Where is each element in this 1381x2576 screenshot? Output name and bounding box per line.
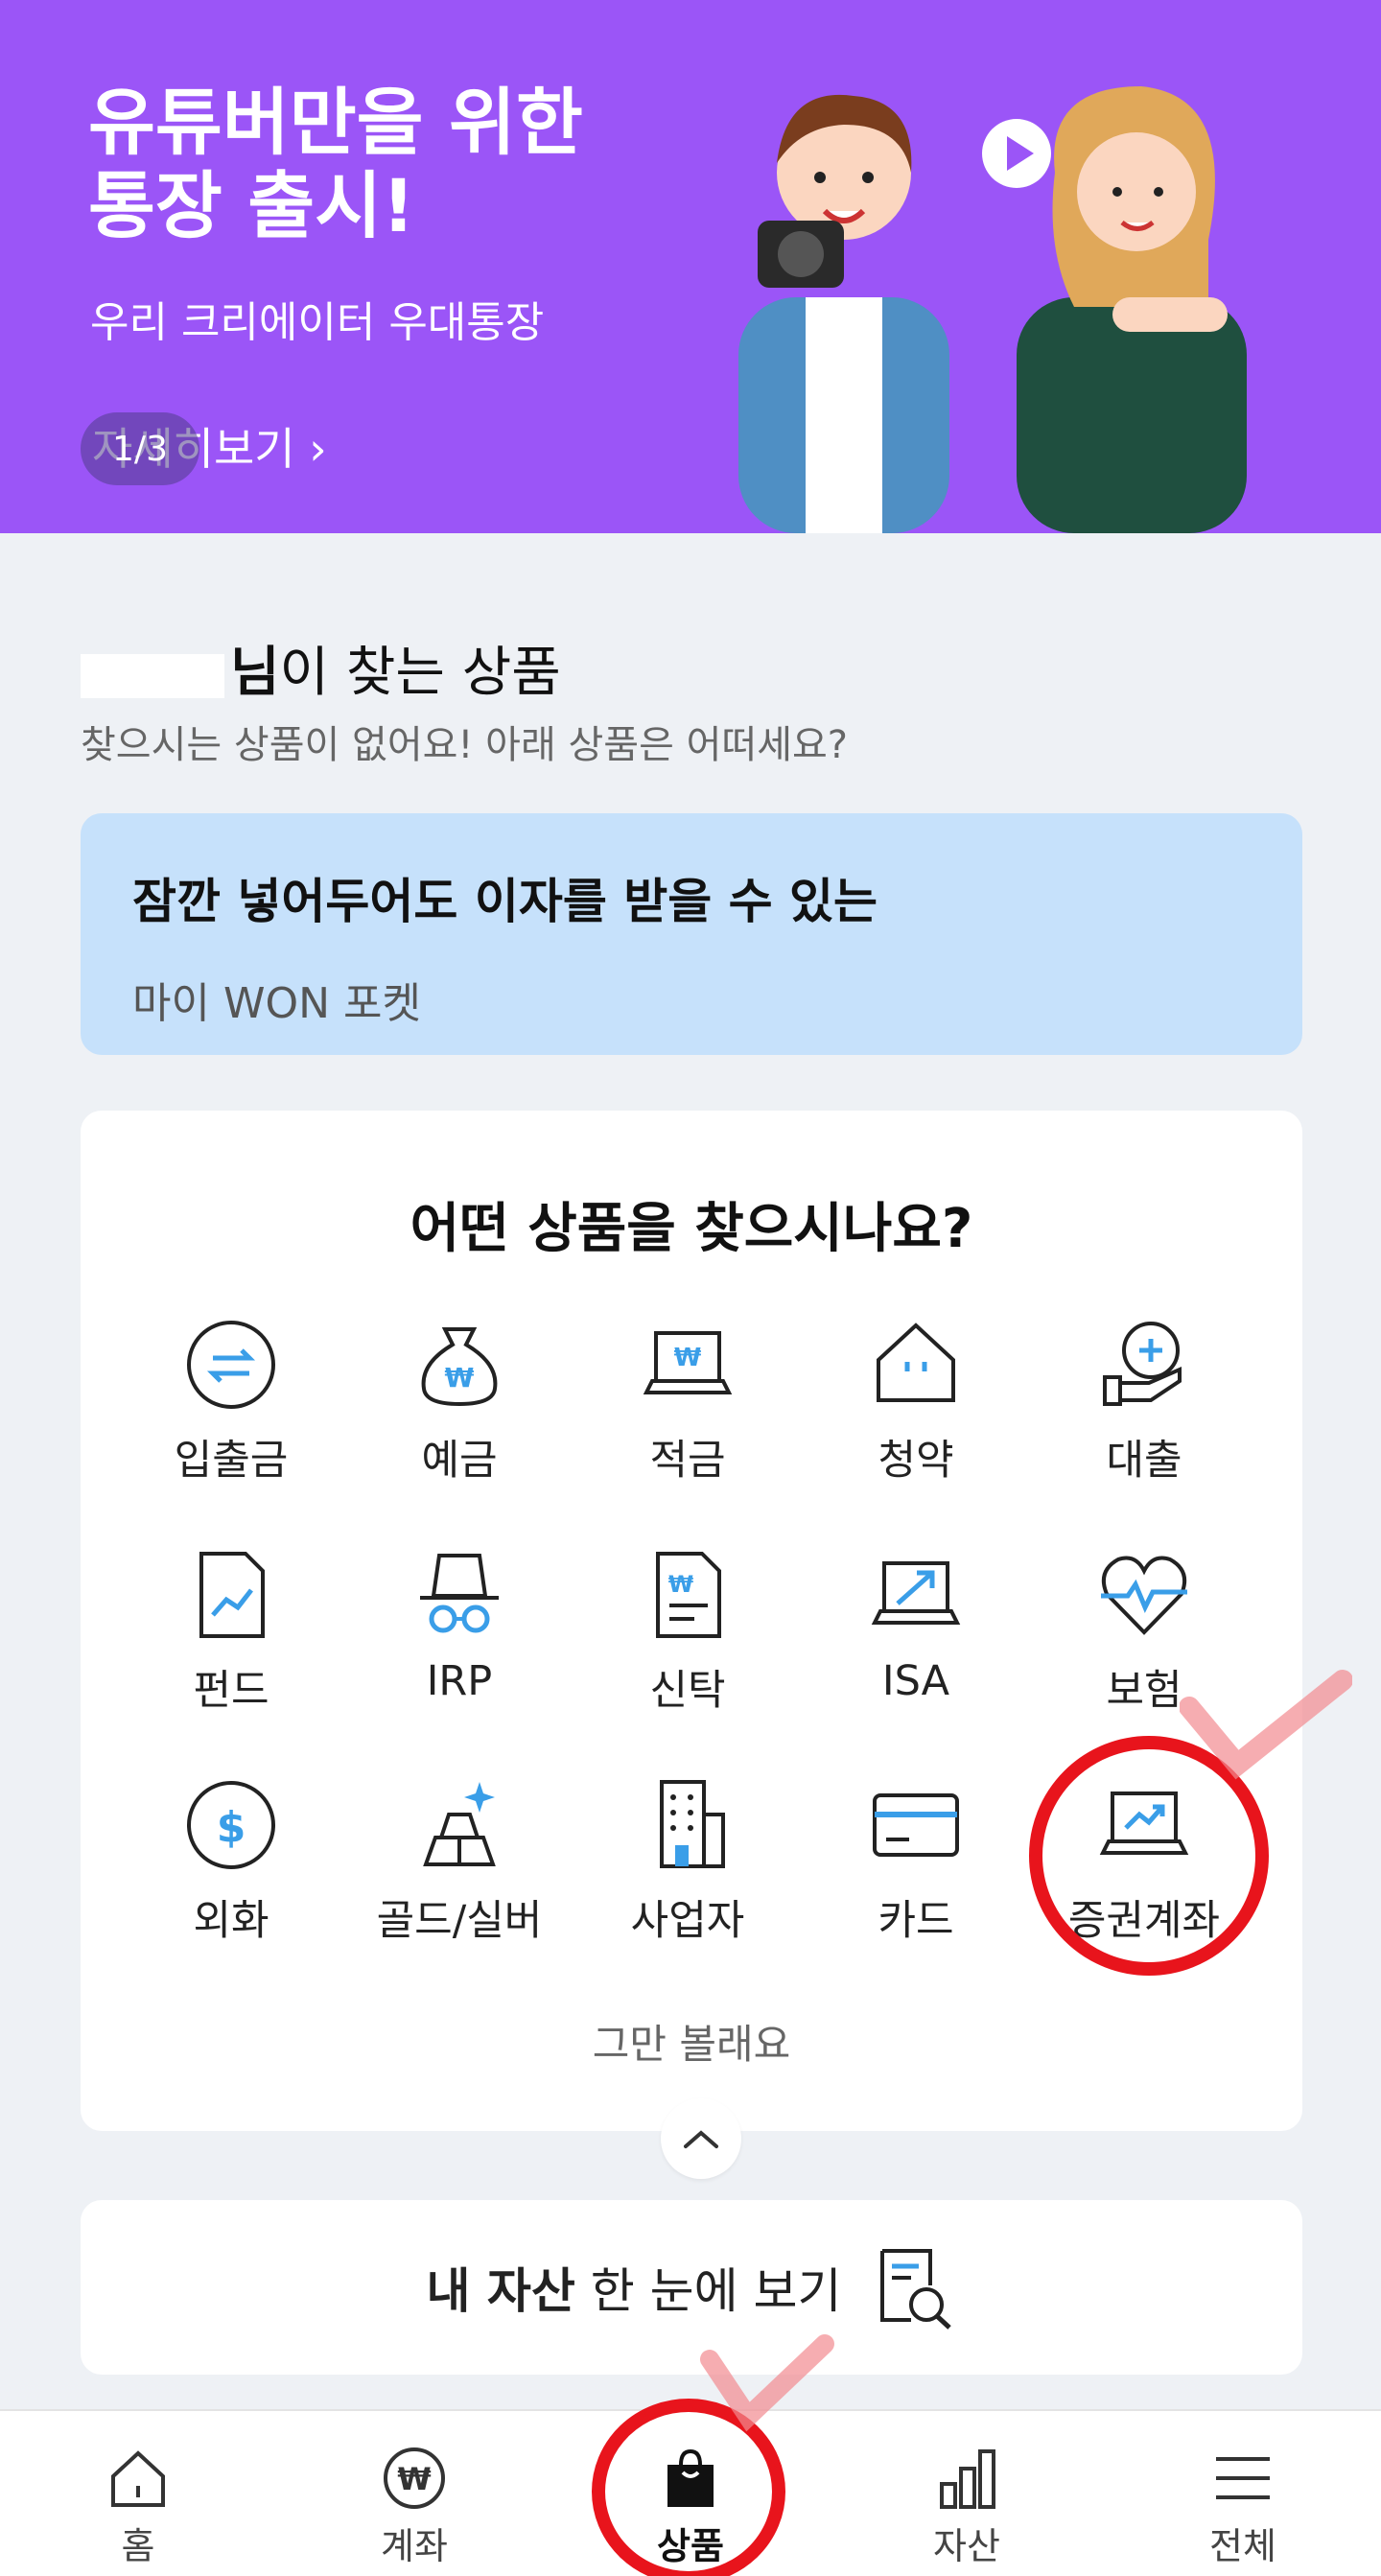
product-category-3[interactable]: ₩ 적금 xyxy=(573,1312,802,1504)
gold-bars-icon xyxy=(423,1782,496,1866)
bottom-navigation: 홈 ₩ 계좌 상품 자산 전체 xyxy=(0,2409,1381,2576)
banner-subtitle: 우리 크리에이터 우대통장 xyxy=(90,298,545,347)
won-coin-icon: ₩ xyxy=(384,2447,445,2509)
document-won-icon: ₩ xyxy=(656,1552,721,1638)
product-category-card: 어떤 상품을 찾으시나요? 입출금 ₩ 예금 ₩ 적금 청약 대출펀드 IRP ₩ 신탁 ISA 보험… xyxy=(81,1111,1302,2179)
product-category-label: 예금 xyxy=(421,1437,498,1485)
pocket-headline: 잠깐 넣어두어도 이자를 받을 수 있는 xyxy=(132,874,878,929)
document-chart-icon xyxy=(199,1552,265,1638)
banner-title: 유튜버만을 위한 통장 출시! xyxy=(88,80,583,249)
product-category-label: 증권계좌 xyxy=(1067,1897,1221,1945)
house-icon xyxy=(877,1323,955,1402)
home-icon xyxy=(111,2450,165,2507)
svg-text:₩: ₩ xyxy=(668,1571,694,1598)
pocket-product-name: 마이 WON 포켓 xyxy=(132,979,421,1028)
product-category-12[interactable]: 골드/실버 xyxy=(345,1772,573,1964)
product-category-8[interactable]: ₩ 신탁 xyxy=(573,1542,802,1734)
product-category-label: 보험 xyxy=(1106,1667,1182,1715)
product-category-label: 신탁 xyxy=(649,1667,726,1715)
laptop-chart-icon xyxy=(1099,1791,1189,1855)
product-category-4[interactable]: 청약 xyxy=(802,1312,1030,1504)
product-category-label: 카드 xyxy=(878,1897,954,1945)
product-category-label: 외화 xyxy=(193,1897,269,1945)
nav-item-shopping-bag[interactable]: 상품 xyxy=(595,2444,786,2569)
hand-plus-icon xyxy=(1103,1322,1182,1406)
bar-chart-icon xyxy=(940,2449,995,2509)
nav-item-bar-chart[interactable]: 자산 xyxy=(871,2444,1063,2569)
svg-text:₩: ₩ xyxy=(397,2461,431,2497)
money-bag-icon: ₩ xyxy=(421,1327,498,1407)
product-category-5[interactable]: 대출 xyxy=(1030,1312,1258,1504)
nav-item-label: 전체 xyxy=(1209,2525,1276,2567)
product-category-label: 입출금 xyxy=(174,1437,289,1485)
pocket-product-card[interactable]: 잠깐 넣어두어도 이자를 받을 수 있는 마이 WON 포켓 xyxy=(81,813,1302,1055)
product-category-10[interactable]: 보험 xyxy=(1030,1542,1258,1734)
dismiss-link[interactable]: 그만 볼래요 xyxy=(81,2012,1302,2071)
recommend-subtitle: 찾으시는 상품이 없어요! 아래 상품은 어떠세요? xyxy=(81,723,849,767)
product-category-9[interactable]: ISA xyxy=(802,1542,1030,1734)
asset-overview-card[interactable]: 내 자산 한 눈에 보기 xyxy=(81,2200,1302,2375)
masked-username xyxy=(81,653,224,698)
transfer-icon xyxy=(187,1321,275,1409)
laptop-arrow-icon xyxy=(871,1561,961,1625)
promo-banner[interactable]: 유튜버만을 위한 통장 출시! 우리 크리에이터 우대통장 자세히보기 › 1/… xyxy=(0,0,1381,533)
svg-text:$: $ xyxy=(217,1803,246,1852)
product-category-label: 적금 xyxy=(649,1437,726,1485)
shopping-bag-icon xyxy=(667,2448,714,2507)
nav-item-label: 계좌 xyxy=(381,2525,448,2567)
building-icon xyxy=(660,1780,725,1868)
svg-text:₩: ₩ xyxy=(445,1362,475,1393)
product-category-1[interactable]: 입출금 xyxy=(117,1312,345,1504)
hat-glasses-icon xyxy=(420,1554,499,1633)
product-category-label: IRP xyxy=(426,1657,493,1705)
card-icon xyxy=(873,1793,959,1857)
product-category-2[interactable]: ₩ 예금 xyxy=(345,1312,573,1504)
nav-item-label: 자산 xyxy=(933,2525,1000,2567)
dollar-coin-icon: $ xyxy=(187,1781,275,1869)
heart-pulse-icon xyxy=(1101,1556,1187,1635)
nav-item-menu[interactable]: 전체 xyxy=(1147,2444,1339,2569)
product-category-label: 청약 xyxy=(878,1437,954,1485)
banner-page-counter: 1/3 xyxy=(81,412,199,485)
svg-text:₩: ₩ xyxy=(674,1344,702,1372)
nav-item-label: 상품 xyxy=(657,2525,724,2567)
nav-item-home[interactable]: 홈 xyxy=(42,2444,234,2569)
product-category-11[interactable]: $ 외화 xyxy=(117,1772,345,1964)
product-category-15[interactable]: 증권계좌 xyxy=(1030,1772,1258,1964)
product-category-label: 사업자 xyxy=(630,1897,745,1945)
product-category-label: ISA xyxy=(881,1657,950,1705)
product-category-6[interactable]: 펀드 xyxy=(117,1542,345,1734)
chevron-up-icon xyxy=(684,2130,718,2148)
recommend-title: 님이 찾는 상품 xyxy=(81,629,561,707)
nav-item-label: 홈 xyxy=(121,2525,155,2567)
laptop-won-icon: ₩ xyxy=(643,1331,733,1394)
product-category-label: 대출 xyxy=(1106,1437,1182,1485)
product-category-13[interactable]: 사업자 xyxy=(573,1772,802,1964)
menu-icon xyxy=(1216,2457,1270,2499)
product-category-label: 펀드 xyxy=(193,1667,269,1715)
banner-illustration xyxy=(738,86,1247,533)
nav-item-won-coin[interactable]: ₩ 계좌 xyxy=(318,2444,510,2569)
product-category-14[interactable]: 카드 xyxy=(802,1772,1030,1964)
product-category-title: 어떤 상품을 찾으시나요? xyxy=(410,1198,973,1260)
product-category-label: 골드/실버 xyxy=(376,1897,543,1945)
asset-overview-text: 내 자산 한 눈에 보기 xyxy=(426,2263,842,2319)
collapse-button[interactable] xyxy=(661,2098,741,2179)
product-category-7[interactable]: IRP xyxy=(345,1542,573,1734)
document-search-icon xyxy=(879,2249,951,2330)
